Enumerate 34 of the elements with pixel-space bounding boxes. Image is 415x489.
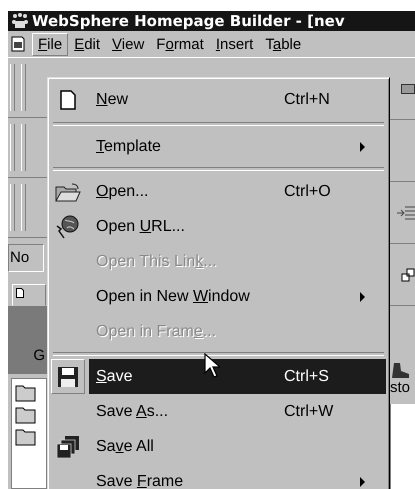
window-title: WebSphere Homepage Builder - [nev bbox=[32, 12, 345, 30]
menu-item[interactable]: Open in New Window bbox=[89, 279, 386, 314]
folder-icon bbox=[55, 182, 81, 202]
panel-label: sto bbox=[390, 379, 410, 396]
menu-item[interactable]: Save All bbox=[89, 429, 386, 464]
menu-item[interactable]: Save Frame bbox=[89, 464, 386, 489]
menu-item[interactable]: Open URL... bbox=[89, 209, 386, 244]
indent-icon bbox=[397, 204, 415, 220]
menu-item[interactable]: File bbox=[32, 32, 68, 56]
menu-item[interactable]: Save As... Ctrl+W bbox=[89, 394, 386, 429]
panel-label: G bbox=[33, 347, 45, 364]
menu-item[interactable]: Template bbox=[89, 129, 386, 164]
menu-item[interactable]: Edit bbox=[68, 32, 106, 56]
page-icon bbox=[16, 288, 24, 298]
shoe-icon bbox=[390, 361, 410, 379]
cursor-icon bbox=[204, 353, 220, 379]
app-icon bbox=[11, 13, 29, 29]
floppy-disks-icon bbox=[56, 434, 80, 458]
menu-item[interactable]: View bbox=[106, 32, 150, 56]
submenu-arrow-icon bbox=[360, 142, 365, 152]
submenu-arrow-icon bbox=[360, 292, 365, 302]
frames-icon bbox=[401, 268, 415, 282]
page-icon bbox=[60, 90, 76, 110]
menu-item[interactable]: Open... Ctrl+O bbox=[89, 174, 386, 209]
menu-item[interactable]: Insert bbox=[210, 32, 260, 56]
menu-item[interactable]: New Ctrl+N bbox=[89, 81, 386, 119]
file-list[interactable] bbox=[11, 378, 47, 489]
menu-item[interactable]: Save Ctrl+S bbox=[89, 359, 386, 394]
menu-item[interactable]: Table bbox=[259, 32, 308, 56]
combo-field[interactable]: No bbox=[8, 244, 44, 272]
submenu-arrow-icon bbox=[360, 476, 365, 486]
menu-item[interactable]: Format bbox=[150, 32, 210, 56]
globe-icon bbox=[55, 214, 81, 240]
document-icon[interactable] bbox=[10, 36, 26, 52]
